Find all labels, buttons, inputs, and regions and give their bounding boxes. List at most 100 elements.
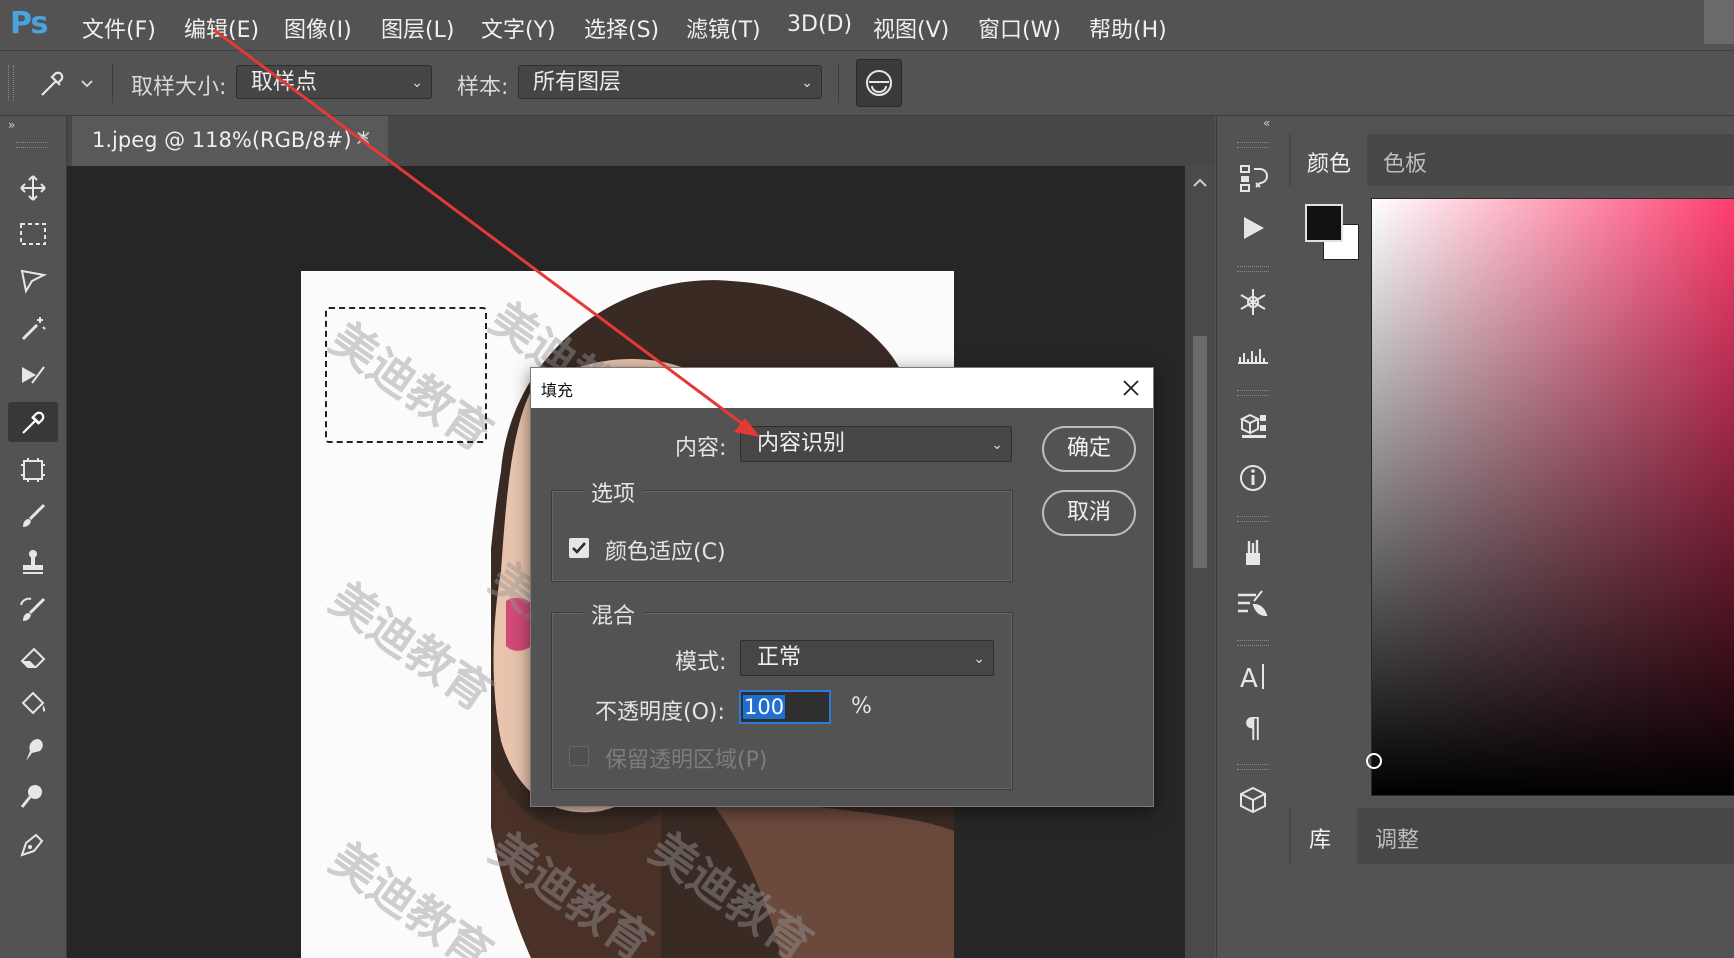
clone-stamp-tool[interactable] (8, 542, 58, 582)
scrollbar-thumb[interactable] (1193, 336, 1207, 568)
ok-button[interactable]: 确定 (1042, 426, 1136, 472)
color-picker-ring[interactable] (1366, 753, 1382, 769)
menu-edit[interactable]: 编辑(E) (184, 12, 259, 44)
tab-color[interactable]: 颜色 (1291, 134, 1367, 186)
menu-window[interactable]: 窗口(W) (978, 12, 1061, 44)
sample-size-select[interactable]: 取样点 ⌄ (236, 65, 432, 99)
histogram-panel-button[interactable] (1231, 332, 1275, 372)
tab-adjustments[interactable]: 调整 (1359, 808, 1441, 864)
menu-file[interactable]: 文件(F) (82, 12, 156, 44)
menu-3d[interactable]: 3D(D) (787, 12, 852, 37)
history-panel-button[interactable] (1231, 158, 1275, 198)
content-select[interactable]: 内容识别 ⌄ (740, 426, 1012, 462)
menu-type[interactable]: 文字(Y) (481, 12, 556, 44)
preserve-transparency-label: 保留透明区域(P) (605, 748, 768, 773)
blending-legend: 混合 (583, 598, 644, 630)
tool-preset-picker[interactable] (34, 65, 98, 101)
separator (112, 63, 113, 103)
marquee-tool[interactable] (8, 214, 58, 254)
scroll-up-icon[interactable] (1192, 176, 1208, 190)
dodge-icon (20, 785, 42, 808)
document-tab[interactable]: 1.jpeg @ 118%(RGB/8#) * × (72, 116, 388, 166)
close-tab-icon[interactable]: × (354, 126, 372, 151)
menu-help[interactable]: 帮助(H) (1089, 12, 1167, 44)
smudge-icon (26, 739, 43, 761)
dialog-title: 填充 (541, 381, 574, 400)
frame-icon (21, 458, 45, 482)
sample-value: 所有图层 (533, 70, 622, 95)
magic-wand-tool[interactable] (8, 308, 58, 348)
fill-dialog: 填充 内容: 内容识别 ⌄ 确定 取消 选项 颜色适应(C) 混合 模式: 正常… (530, 367, 1154, 807)
vertical-scrollbar[interactable] (1185, 166, 1215, 958)
3d-properties-button[interactable] (1231, 406, 1275, 446)
paragraph-icon: ¶ (1244, 711, 1262, 741)
collapse-toolbar-icon[interactable]: » (8, 118, 15, 132)
tab-libraries[interactable]: 库 (1291, 808, 1357, 864)
opacity-value: 100 (743, 695, 786, 719)
move-tool[interactable] (8, 168, 58, 208)
dock-grip (1237, 390, 1269, 396)
marquee-icon (20, 223, 46, 245)
dock-grip (1237, 516, 1269, 522)
eyedropper-tool[interactable] (8, 402, 58, 442)
actions-panel-button[interactable] (1231, 208, 1275, 248)
history-brush-tool[interactable] (8, 590, 58, 630)
options-bar: 取样大小: 取样点 ⌄ 样本: 所有图层 ⌄ (0, 51, 1734, 116)
paragraph-panel-button[interactable]: ¶ (1231, 706, 1275, 746)
brush-tool[interactable] (8, 496, 58, 536)
brushes-panel-button[interactable] (1231, 532, 1275, 572)
close-icon[interactable] (1121, 378, 1141, 398)
separator (838, 63, 839, 103)
color-adaptation-label[interactable]: 颜色适应(C) (605, 534, 726, 566)
menu-layer[interactable]: 图层(L) (381, 12, 454, 44)
dodge-tool[interactable] (8, 776, 58, 816)
tab-swatches[interactable]: 色板 (1369, 134, 1441, 186)
dialog-title-bar: 填充 (531, 368, 1153, 408)
content-value: 内容识别 (757, 431, 846, 456)
chevron-down-icon: ⌄ (411, 75, 423, 91)
mode-select[interactable]: 正常 ⌄ (740, 640, 994, 676)
crop-slice-tool[interactable] (8, 354, 58, 394)
preserve-transparency-checkbox[interactable] (569, 746, 589, 766)
paint-bucket-tool[interactable] (8, 684, 58, 724)
cancel-button[interactable]: 取消 (1042, 490, 1136, 536)
3d-panel-button[interactable] (1231, 780, 1275, 820)
menu-view[interactable]: 视图(V) (873, 12, 949, 44)
menu-filter[interactable]: 滤镜(T) (686, 12, 761, 44)
character-panel-button[interactable]: A (1231, 656, 1275, 696)
lasso-tool[interactable] (8, 260, 58, 300)
mode-label: 模式: (675, 650, 727, 675)
play-icon (1244, 217, 1264, 239)
toolbar-grip (16, 142, 48, 148)
sample-ring-toggle[interactable] (856, 59, 902, 107)
toolbar: » (0, 116, 67, 958)
brushes-icon (1246, 540, 1260, 565)
paint-bucket-icon (21, 691, 46, 715)
tab-color-label: 颜色 (1307, 152, 1352, 177)
smudge-tool[interactable] (8, 730, 58, 770)
brush-settings-button[interactable] (1231, 282, 1275, 322)
color-field[interactable] (1366, 198, 1734, 796)
brush-icon (23, 503, 46, 527)
menu-image[interactable]: 图像(I) (284, 12, 352, 44)
color-adaptation-checkbox[interactable] (569, 538, 589, 558)
svg-text:¶: ¶ (1244, 711, 1262, 741)
tab-libraries-label: 库 (1309, 828, 1332, 853)
eraser-tool[interactable] (8, 636, 58, 676)
svg-text:A: A (1240, 664, 1258, 691)
collapse-panels-icon[interactable]: « (1263, 116, 1270, 130)
info-panel-button[interactable] (1231, 458, 1275, 498)
pen-tool[interactable] (8, 824, 58, 864)
content-label: 内容: (675, 436, 727, 461)
tool-presets-button[interactable] (1231, 582, 1275, 622)
sample-size-label: 取样大小: (131, 75, 227, 100)
opacity-label: 不透明度(O): (595, 700, 725, 725)
menu-select[interactable]: 选择(S) (584, 12, 659, 44)
eraser-icon (20, 647, 46, 668)
foreground-color-swatch[interactable] (1305, 204, 1343, 242)
move-icon (20, 175, 46, 201)
frame-tool[interactable] (8, 450, 58, 490)
opacity-input[interactable]: 100 (739, 690, 831, 724)
window-minimize-button[interactable] (1704, 0, 1734, 44)
sample-select[interactable]: 所有图层 ⌄ (518, 65, 822, 99)
